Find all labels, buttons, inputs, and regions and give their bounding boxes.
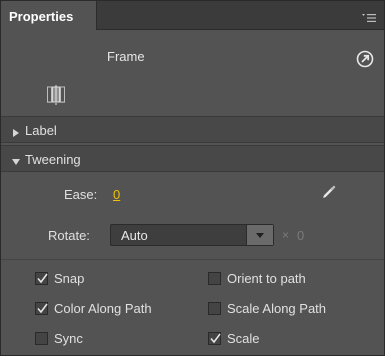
pencil-icon[interactable]	[322, 185, 336, 199]
rotate-count[interactable]: 0	[297, 228, 304, 243]
scale-label: Scale	[227, 330, 260, 346]
panel-menu-icon[interactable]	[362, 10, 376, 22]
collapse-arrow-icon	[11, 154, 21, 165]
sync-checkbox[interactable]: Sync	[35, 329, 83, 347]
properties-panel: Properties Frame Label Tweening Ease: 0 …	[0, 0, 385, 356]
section-label-title: Label	[25, 123, 57, 138]
chevron-down-icon[interactable]	[246, 225, 273, 245]
help-circle-arrow-icon[interactable]	[356, 50, 374, 68]
checkbox-box	[208, 271, 221, 285]
ease-value[interactable]: 0	[113, 187, 120, 202]
rotate-select[interactable]: Auto	[110, 224, 274, 246]
properties-header: Frame	[1, 30, 384, 116]
color-along-path-label: Color Along Path	[54, 300, 152, 316]
checkbox-box	[35, 301, 48, 315]
rotate-select-value: Auto	[121, 228, 148, 243]
expand-arrow-icon	[11, 125, 21, 137]
checkbox-box	[35, 331, 48, 345]
section-label[interactable]: Label	[1, 116, 384, 143]
frame-icon	[47, 85, 65, 105]
orient-to-path-checkbox[interactable]: Orient to path	[208, 269, 306, 287]
section-tweening[interactable]: Tweening	[1, 145, 384, 172]
scale-along-path-checkbox[interactable]: Scale Along Path	[208, 299, 326, 317]
section-tweening-title: Tweening	[25, 152, 81, 167]
checkbox-box	[208, 331, 221, 345]
scale-along-path-label: Scale Along Path	[227, 300, 327, 316]
color-along-path-checkbox[interactable]: Color Along Path	[35, 299, 152, 317]
snap-checkbox[interactable]: Snap	[35, 269, 84, 287]
sync-label: Sync	[54, 330, 83, 346]
header-title: Frame	[107, 49, 145, 64]
orient-to-path-label: Orient to path	[227, 270, 306, 286]
snap-label: Snap	[54, 270, 85, 286]
tab-bar: Properties	[1, 1, 384, 30]
tab-properties[interactable]: Properties	[1, 1, 97, 30]
scale-checkbox[interactable]: Scale	[208, 329, 260, 347]
divider	[1, 259, 384, 260]
ease-label: Ease:	[64, 187, 98, 202]
rotate-label: Rotate:	[48, 228, 90, 243]
checkbox-box	[208, 301, 221, 315]
times-symbol: ×	[282, 228, 290, 242]
checkbox-box	[35, 271, 48, 285]
